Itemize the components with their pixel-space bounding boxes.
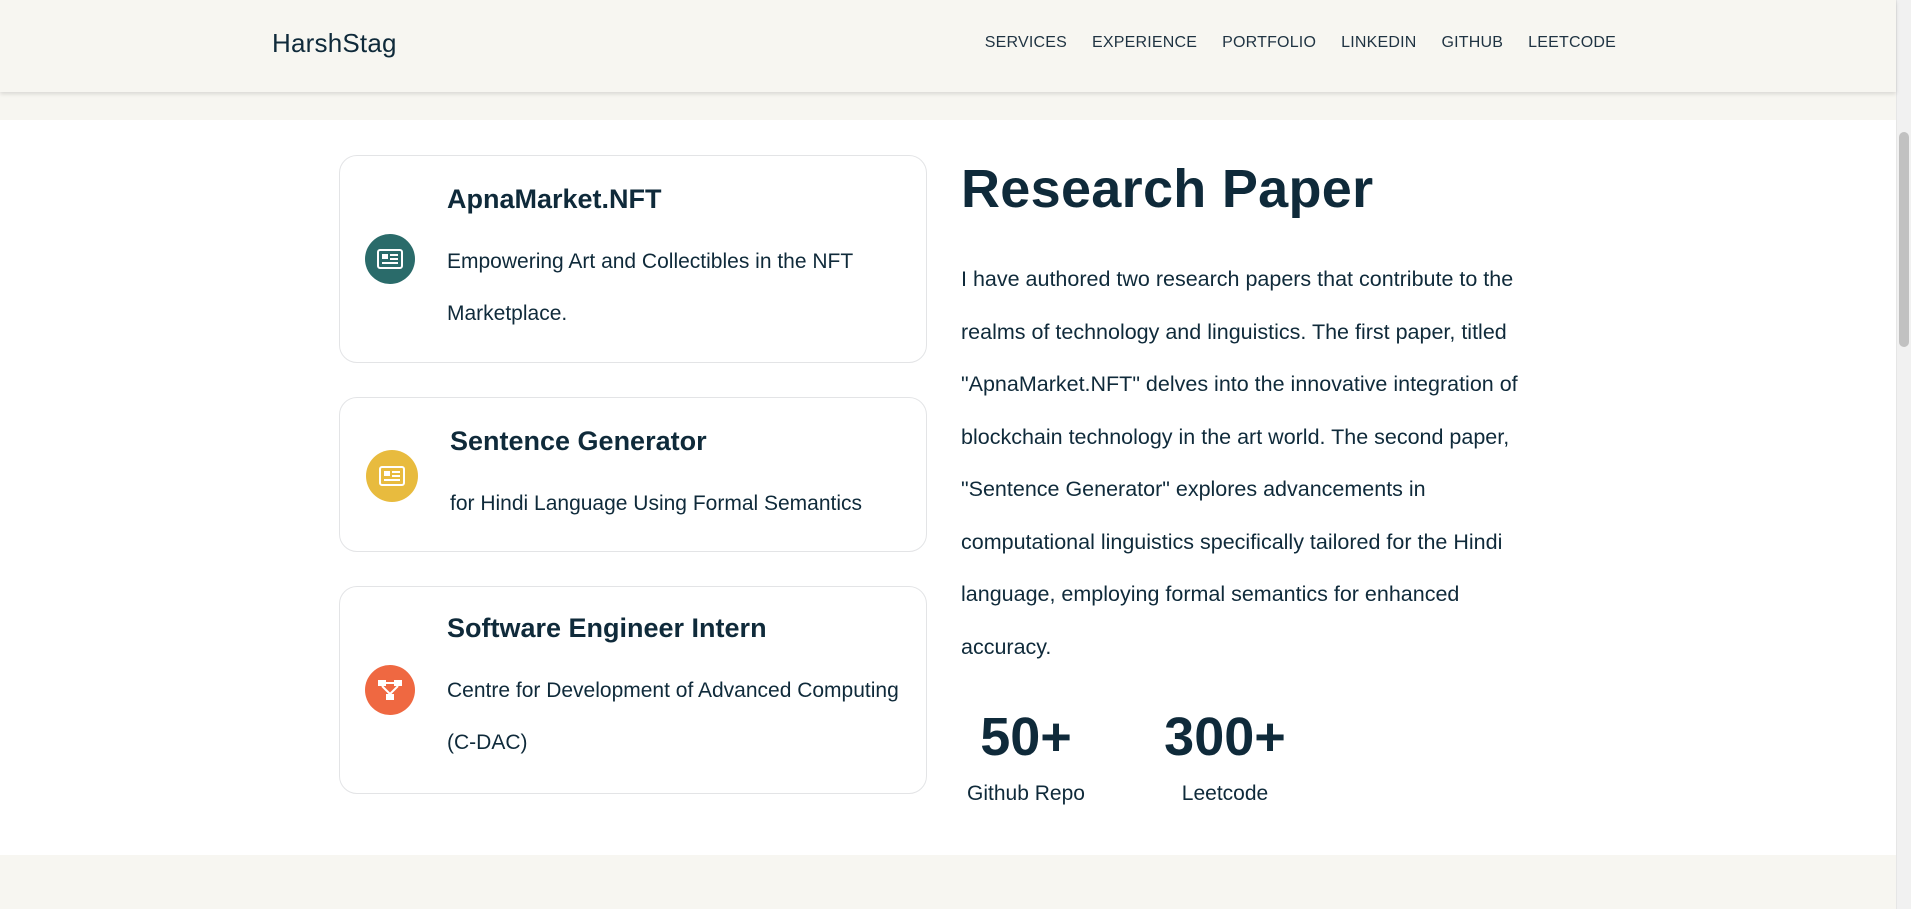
section-divider-top <box>0 92 1896 120</box>
stat-value: 50+ <box>980 707 1072 767</box>
card-description: Empowering Art and Collectibles in the N… <box>447 250 853 325</box>
nav-leetcode-link[interactable]: LEETCODE <box>1528 34 1616 52</box>
stat-github-repos: 50+ Github Repo <box>961 705 1091 806</box>
card-sentence-generator[interactable]: Sentence Generator for Hindi Language Us… <box>339 397 927 552</box>
card-software-engineer-intern[interactable]: Software Engineer Intern Centre for Deve… <box>339 586 927 794</box>
nav-portfolio-link[interactable]: PORTFOLIO <box>1222 34 1316 52</box>
stat-value: 300+ <box>1164 707 1286 767</box>
nav-github-link[interactable]: GITHUB <box>1442 34 1504 52</box>
card-title: Sentence Generator <box>450 426 707 456</box>
network-icon <box>365 665 415 715</box>
card-description: Centre for Development of Advanced Compu… <box>447 679 899 754</box>
stat-label: Github Repo <box>967 782 1085 805</box>
site-logo[interactable]: HarshStag <box>272 28 397 59</box>
card-title: ApnaMarket.NFT <box>447 184 662 214</box>
stat-leetcode: 300+ Leetcode <box>1155 705 1295 806</box>
card-apnamarket[interactable]: ApnaMarket.NFT Empowering Art and Collec… <box>339 155 927 363</box>
stat-label: Leetcode <box>1181 782 1269 805</box>
site-header: HarshStag SERVICES EXPERIENCE PORTFOLIO … <box>0 0 1896 92</box>
nav-experience-link[interactable]: EXPERIENCE <box>1092 34 1197 52</box>
main-nav: SERVICES EXPERIENCE PORTFOLIO LINKEDIN G… <box>985 34 1616 52</box>
newspaper-icon <box>366 450 418 502</box>
card-description: for Hindi Language Using Formal Semantic… <box>450 492 863 515</box>
section-title: Research Paper <box>961 159 1374 219</box>
scrollbar-thumb[interactable] <box>1899 132 1909 347</box>
newspaper-icon <box>365 234 415 284</box>
section-description: I have authored two research papers that… <box>961 267 1518 659</box>
nav-services-link[interactable]: SERVICES <box>985 34 1067 52</box>
nav-linkedin-link[interactable]: LINKEDIN <box>1341 34 1416 52</box>
card-title: Software Engineer Intern <box>447 613 767 643</box>
section-divider-bottom <box>0 855 1896 909</box>
page-scrollbar[interactable] <box>1896 0 1911 909</box>
